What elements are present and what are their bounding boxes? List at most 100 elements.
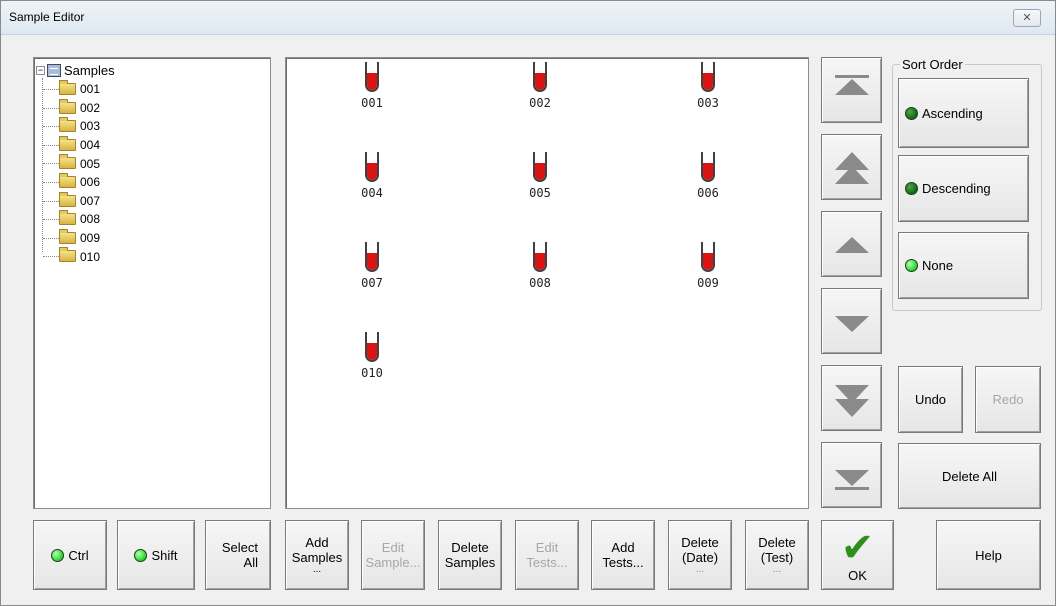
delete-samples-button[interactable]: Delete Samples [438, 520, 502, 590]
move-to-bottom-icon [822, 450, 882, 500]
tree-item[interactable]: 008 [34, 210, 100, 229]
tree-item-label: 001 [80, 82, 101, 97]
ok-label: OK [848, 567, 867, 583]
sample-tube[interactable]: 001 [347, 62, 397, 110]
sample-tube[interactable]: 002 [515, 62, 565, 110]
select-all-line1: Select [221, 540, 258, 555]
tree-item[interactable]: 007 [34, 191, 101, 211]
tree-item[interactable]: 004 [34, 135, 101, 155]
edit-sample-line1: Edit [381, 540, 405, 555]
redo-button[interactable]: Redo [975, 366, 1041, 433]
folder-icon [59, 172, 76, 188]
descending-led-icon [905, 182, 918, 195]
edit-tests-button[interactable]: Edit Tests... [515, 520, 579, 590]
sample-tree[interactable]: − Samples 001 002 003 004 005 006 007 008 009 010 [33, 57, 271, 509]
tree-root[interactable]: − Samples [36, 62, 115, 78]
sort-order-legend: Sort Order [900, 57, 965, 72]
sort-descending-button[interactable]: Descending [898, 155, 1029, 222]
sample-tube[interactable]: 004 [347, 152, 397, 200]
sample-label: 008 [529, 276, 551, 290]
sample-label: 004 [361, 186, 383, 200]
move-to-top-button[interactable] [821, 57, 882, 123]
delete-all-button[interactable]: Delete All [898, 443, 1041, 509]
tree-item-label: 002 [80, 100, 101, 115]
add-samples-button[interactable]: Add Samples ... [285, 520, 349, 590]
move-up-page-icon [822, 142, 882, 192]
ok-button[interactable]: ✔ OK [821, 520, 894, 590]
delete-test-line1: Delete [758, 535, 796, 550]
sample-editor-window: Sample Editor ✕ − Samples 001 002 003 004 00… [0, 0, 1056, 606]
help-button[interactable]: Help [936, 520, 1041, 590]
sample-tube[interactable]: 005 [515, 152, 565, 200]
folder-icon [59, 191, 76, 207]
sort-ascending-label: Ascending [922, 105, 983, 121]
sort-descending-label: Descending [922, 181, 991, 196]
move-to-bottom-button[interactable] [821, 442, 882, 508]
shift-toggle[interactable]: Shift [117, 520, 195, 590]
sort-ascending-button[interactable]: Ascending [898, 78, 1029, 148]
sample-tube[interactable]: 003 [683, 62, 733, 110]
tree-item-label: 010 [80, 249, 101, 264]
tree-item-label: 007 [80, 193, 101, 208]
database-icon [47, 63, 61, 77]
sort-none-button[interactable]: None [898, 232, 1029, 299]
sample-label: 003 [697, 96, 719, 110]
edit-sample-line2: Sample... [365, 555, 421, 570]
tree-item[interactable]: 001 [34, 80, 100, 99]
sample-tube[interactable]: 007 [347, 242, 397, 290]
tree-item[interactable]: 005 [34, 154, 100, 173]
tree-item-label: 005 [80, 156, 101, 171]
folder-icon [59, 247, 76, 263]
edit-sample-button[interactable]: Edit Sample... [361, 520, 425, 590]
close-button[interactable]: ✕ [1013, 9, 1041, 27]
test-tube-icon [365, 332, 379, 362]
sample-tube[interactable]: 009 [683, 242, 733, 290]
folder-icon [59, 228, 76, 244]
undo-button[interactable]: Undo [898, 366, 963, 433]
edit-tests-line2: Tests... [526, 555, 568, 570]
tree-item-label: 004 [80, 138, 101, 153]
delete-samples-line1: Delete [451, 540, 489, 555]
move-up-page-button[interactable] [821, 134, 882, 200]
delete-test-ellipsis: ... [772, 564, 782, 575]
select-all-button[interactable]: Select All [205, 520, 271, 590]
folder-icon [59, 117, 76, 133]
tree-item[interactable]: 003 [34, 117, 100, 136]
move-down-page-button[interactable] [821, 365, 882, 431]
tree-item[interactable]: 010 [34, 247, 100, 266]
title-bar: Sample Editor ✕ [1, 1, 1055, 35]
delete-date-line1: Delete [681, 535, 719, 550]
sample-grid[interactable]: 001 002 003 004 005 006 007 008 009 010 [285, 57, 809, 509]
folder-icon [59, 135, 76, 151]
ctrl-led-icon [51, 548, 65, 562]
folder-icon [59, 210, 76, 226]
tree-item[interactable]: 002 [34, 98, 101, 118]
delete-date-button[interactable]: Delete (Date) ... [668, 520, 732, 590]
delete-date-line2: (Date) [681, 550, 719, 565]
sample-label: 010 [361, 366, 383, 380]
sample-label: 007 [361, 276, 383, 290]
ctrl-toggle[interactable]: Ctrl [33, 520, 107, 590]
move-up-button[interactable] [821, 211, 882, 277]
add-samples-ellipsis: ... [312, 564, 322, 575]
tree-item-label: 006 [80, 175, 101, 190]
shift-led-icon [134, 548, 148, 562]
delete-test-button[interactable]: Delete (Test) ... [745, 520, 809, 590]
add-tests-button[interactable]: Add Tests... [591, 520, 655, 590]
test-tube-icon [533, 242, 547, 272]
sample-label: 001 [361, 96, 383, 110]
move-down-button[interactable] [821, 288, 882, 354]
window-title: Sample Editor [9, 10, 85, 24]
sample-tube[interactable]: 008 [515, 242, 565, 290]
delete-date-ellipsis: ... [695, 564, 705, 575]
test-tube-icon [701, 152, 715, 182]
folder-icon [59, 98, 76, 114]
tree-item[interactable]: 006 [34, 172, 101, 192]
folder-icon [59, 154, 76, 170]
tree-item-label: 003 [80, 119, 101, 134]
sample-tube[interactable]: 010 [347, 332, 397, 380]
tree-item[interactable]: 009 [34, 228, 100, 248]
sample-tube[interactable]: 006 [683, 152, 733, 200]
collapse-icon[interactable]: − [36, 65, 45, 75]
add-tests-line2: Tests... [602, 555, 644, 570]
